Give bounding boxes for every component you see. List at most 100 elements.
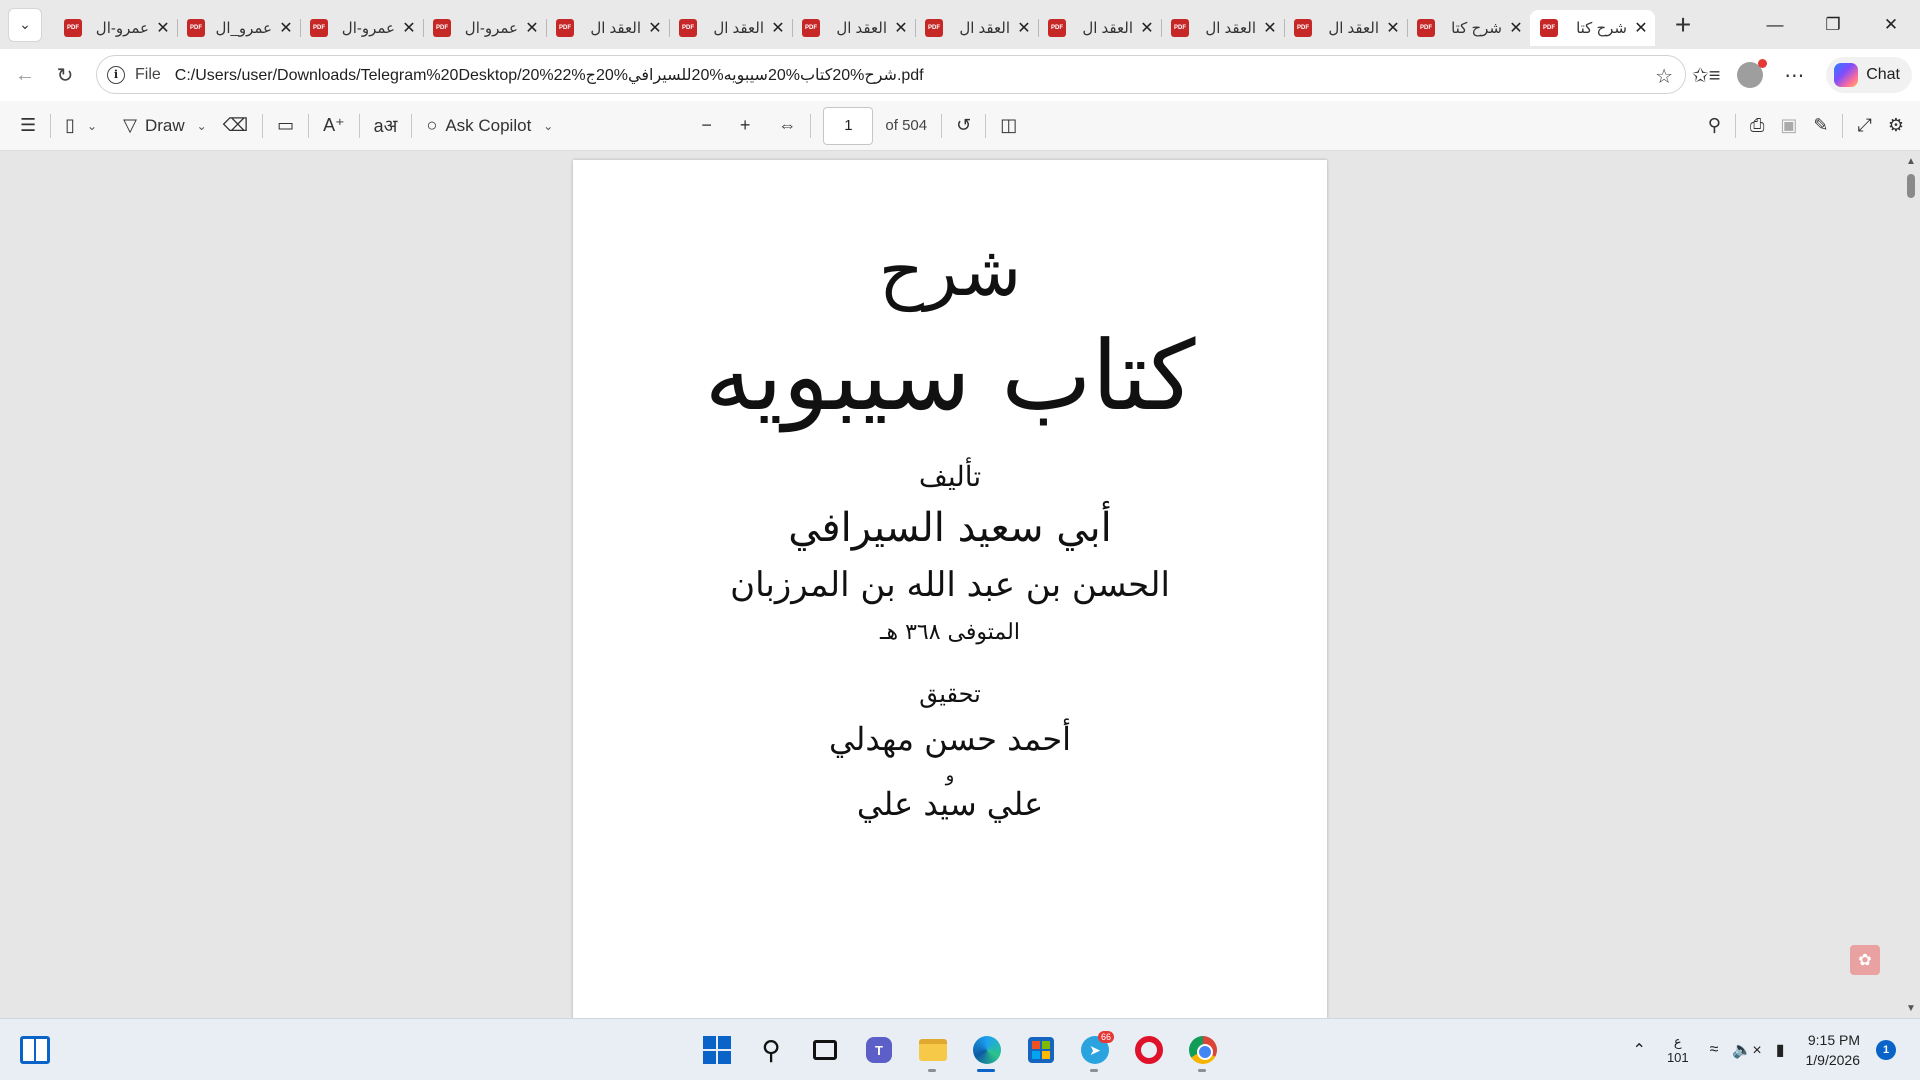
browser-tab[interactable]: PDF العقد ال ✕ — [915, 10, 1038, 46]
vertical-scrollbar[interactable]: ▲ ▼ — [1902, 152, 1920, 1018]
wifi-icon[interactable]: ≈ — [1710, 1041, 1719, 1059]
browser-tab[interactable]: PDF شرح كتا ✕ — [1530, 9, 1655, 46]
window-controls: — ❐ ✕ — [1746, 0, 1920, 49]
refresh-button[interactable]: ↻ — [45, 55, 85, 95]
tab-title: العقد ال — [590, 19, 641, 37]
erase-button[interactable]: ⌫ — [215, 108, 256, 144]
close-icon[interactable]: ✕ — [770, 18, 786, 38]
page-view-button[interactable]: ◫ — [992, 108, 1025, 144]
contents-button[interactable]: ☰ — [12, 108, 44, 144]
chrome-app[interactable] — [1176, 1027, 1230, 1073]
tab-title: العقد ال — [1205, 19, 1256, 37]
start-button[interactable] — [690, 1027, 744, 1073]
translate-icon: aअ — [373, 115, 398, 136]
fit-width-button[interactable]: ⇔ — [770, 108, 804, 144]
profile-button[interactable] — [1728, 55, 1772, 95]
pdf-settings-button[interactable]: ⚙ — [1880, 108, 1912, 144]
eraser-icon: ⌫ — [222, 115, 249, 135]
battery-icon[interactable]: ▮ — [1776, 1040, 1785, 1060]
favorites-button[interactable]: ✩≡ — [1684, 55, 1728, 95]
notification-badge[interactable]: 1 — [1876, 1040, 1896, 1060]
pdf-file-icon: PDF — [679, 18, 697, 37]
taskbar-apps: ⚲ T ➤ 66 — [690, 1027, 1230, 1073]
clock-date: 1/9/2026 — [1805, 1052, 1861, 1068]
browser-tab[interactable]: PDF العقد ال ✕ — [1038, 10, 1161, 46]
input-language-indicator[interactable]: ع 101 — [1667, 1034, 1689, 1066]
browser-tab[interactable]: PDF العقد ال ✕ — [792, 10, 915, 46]
acrobat-icon[interactable]: ✿ — [1850, 945, 1880, 975]
full-screen-button[interactable]: ⤢ — [1849, 108, 1879, 144]
close-icon[interactable]: ✕ — [1385, 18, 1401, 38]
browser-tab[interactable]: PDF العقد ال ✕ — [546, 10, 669, 46]
browser-tab[interactable]: PDF عمرو_ال ✕ — [177, 10, 300, 46]
find-button[interactable]: ⚲ — [1700, 108, 1729, 144]
divider — [1734, 113, 1736, 138]
page-number-input[interactable]: 1 — [823, 106, 874, 145]
save-button[interactable]: ▣ — [1772, 108, 1805, 144]
document-text-line: المتوفى ٣٦٨ هـ — [880, 620, 1020, 645]
close-icon[interactable]: ✕ — [401, 18, 417, 38]
opera-app[interactable] — [1122, 1027, 1176, 1073]
info-icon[interactable]: i — [107, 65, 125, 84]
close-icon[interactable]: ✕ — [647, 18, 663, 38]
add-text-button[interactable]: ▭ — [269, 108, 302, 144]
more-options-button[interactable]: ⋯ — [1772, 55, 1816, 95]
text-box-icon: ▭ — [277, 115, 295, 135]
telegram-app[interactable]: ➤ 66 — [1068, 1027, 1122, 1073]
scroll-up-arrow-icon[interactable]: ▲ — [1906, 156, 1916, 167]
widgets-icon[interactable] — [20, 1036, 50, 1064]
teams-icon: T — [866, 1037, 892, 1063]
arrow-left-icon: ← — [15, 63, 35, 86]
read-aloud-button[interactable]: A⁺ — [315, 108, 353, 144]
draw-button[interactable]: ▽ Draw ⌄ — [115, 108, 215, 144]
volume-muted-icon[interactable]: 🔈× — [1732, 1040, 1761, 1060]
browser-tab[interactable]: PDF العقد ال ✕ — [1284, 10, 1407, 46]
browser-tab[interactable]: PDF شرح كتا ✕ — [1407, 10, 1530, 46]
edge-app[interactable] — [960, 1027, 1014, 1073]
close-icon[interactable]: ✕ — [278, 18, 294, 38]
restore-button[interactable]: ❐ — [1804, 0, 1862, 49]
taskbar-search-button[interactable]: ⚲ — [744, 1027, 798, 1073]
zoom-in-button[interactable]: + — [732, 108, 759, 144]
new-tab-button[interactable]: + — [1665, 7, 1701, 43]
browser-tab[interactable]: PDF العقد ال ✕ — [1161, 10, 1284, 46]
address-input[interactable]: i File C:/Users/user/Downloads/Telegram%… — [96, 55, 1686, 94]
translate-button[interactable]: aअ — [366, 108, 406, 144]
teams-app[interactable]: T — [852, 1027, 906, 1073]
close-icon[interactable]: ✕ — [893, 18, 909, 38]
clock[interactable]: 9:15 PM 1/9/2026 — [1806, 1030, 1861, 1070]
close-icon[interactable]: ✕ — [1633, 18, 1649, 38]
ask-copilot-button[interactable]: ○ Ask Copilot ⌄ — [418, 108, 561, 144]
store-app[interactable] — [1014, 1027, 1068, 1073]
pdf-viewer[interactable]: شرح كتاب سيبويه تأليف أبي سعيد السيرافي الحس… — [0, 152, 1920, 1018]
close-icon[interactable]: ✕ — [155, 18, 171, 38]
close-icon[interactable]: ✕ — [1016, 18, 1032, 38]
clock-time: 9:15 PM — [1807, 1032, 1860, 1048]
close-icon[interactable]: ✕ — [1139, 18, 1155, 38]
browser-tab[interactable]: PDF العقد ال ✕ — [669, 10, 792, 46]
copilot-chat-button[interactable]: Chat — [1826, 57, 1912, 93]
show-hidden-icons-chevron-icon[interactable]: ⌃ — [1633, 1040, 1646, 1060]
zoom-out-button[interactable]: − — [693, 108, 720, 144]
close-icon[interactable]: ✕ — [524, 18, 540, 38]
task-view-button[interactable] — [798, 1027, 852, 1073]
rotate-button[interactable]: ↺ — [948, 108, 979, 144]
browser-tab[interactable]: PDF عمرو-ال ✕ — [54, 10, 177, 46]
browser-tab[interactable]: PDF عمرو-ال ✕ — [423, 10, 546, 46]
favorite-star-icon[interactable]: ☆ — [1655, 64, 1673, 89]
browser-tab[interactable]: PDF عمرو-ال ✕ — [300, 10, 423, 46]
print-button[interactable]: ⎙ — [1742, 108, 1772, 144]
file-explorer-app[interactable] — [906, 1027, 960, 1073]
url-text[interactable]: C:/Users/user/Downloads/Telegram%20Deskt… — [175, 65, 924, 85]
tab-actions-menu-button[interactable]: ⌄ — [8, 7, 42, 42]
back-button[interactable]: ← — [5, 55, 45, 95]
close-window-button[interactable]: ✕ — [1862, 0, 1920, 49]
fit-width-icon: ⇔ — [778, 115, 797, 135]
close-icon[interactable]: ✕ — [1508, 18, 1524, 38]
highlight-button[interactable]: ▯ ⌄ — [57, 108, 105, 144]
minimize-button[interactable]: — — [1746, 0, 1804, 49]
save-as-button[interactable]: ✎ — [1805, 108, 1836, 144]
scroll-down-arrow-icon[interactable]: ▼ — [1906, 1003, 1916, 1014]
close-icon[interactable]: ✕ — [1262, 18, 1278, 38]
scrollbar-thumb[interactable] — [1907, 174, 1915, 198]
